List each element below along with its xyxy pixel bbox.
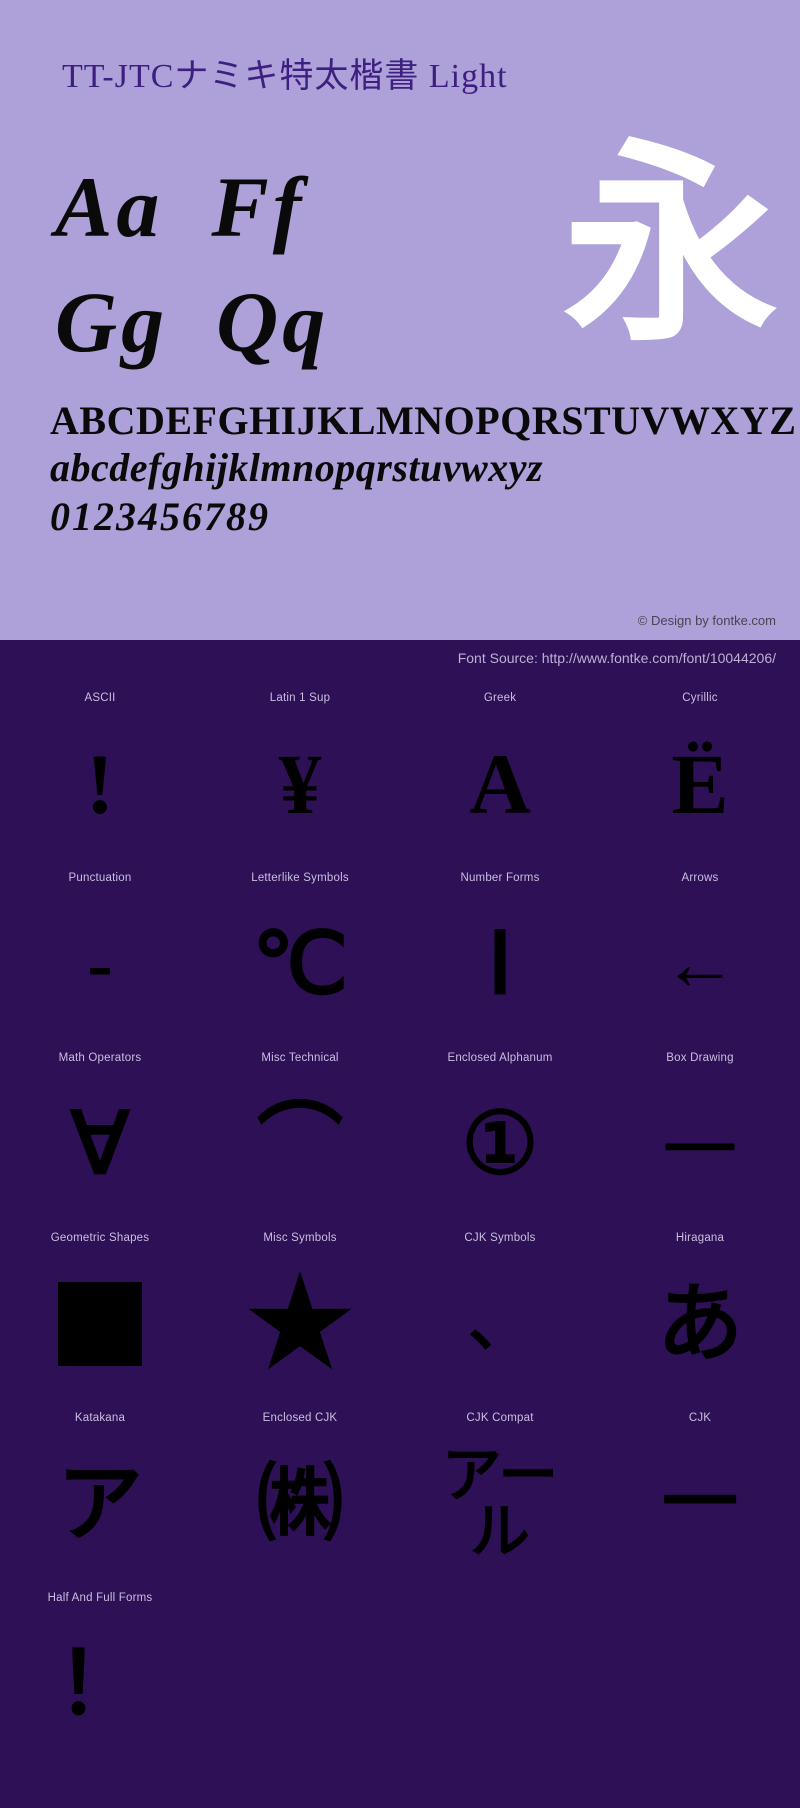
- glyph-cell-sample: 、: [468, 1288, 532, 1359]
- glyph-cell-sample: !: [85, 736, 115, 832]
- sample-row-2: Gg Qq: [55, 265, 475, 380]
- glyph-cell-label: Arrows: [681, 872, 719, 884]
- glyph-cell-sample: ¥: [278, 736, 322, 832]
- glyph-cell-sample: Ⅰ: [487, 916, 513, 1012]
- glyph-cell-box-drawing[interactable]: Box Drawing ─: [600, 1040, 800, 1220]
- glyph-grid-row: Katakana ア Enclosed CJK ㈱ CJK Compat アール CJK 一: [0, 1400, 800, 1580]
- glyph-cell-sample: 一: [662, 1462, 738, 1546]
- glyph-stack-line: ル: [470, 1499, 530, 1565]
- glyph-cell-label: Number Forms: [460, 872, 540, 884]
- glyph-cell-empty: [400, 1580, 600, 1780]
- sample-row-1: Aa Ff: [55, 150, 475, 265]
- glyph-cell-sample: あ: [657, 1276, 743, 1372]
- glyph-cell-label: CJK Symbols: [464, 1232, 536, 1244]
- glyph-cell-geometric-shapes[interactable]: Geometric Shapes: [0, 1220, 200, 1400]
- glyph-cell-sample: ㈱: [257, 1456, 343, 1552]
- glyph-cell-math-operators[interactable]: Math Operators ∀: [0, 1040, 200, 1220]
- glyph-cell-label: Greek: [483, 692, 517, 704]
- glyph-cell-sample: [0, 1254, 200, 1394]
- glyph-cell-sample: [400, 1614, 600, 1754]
- sample-letter-pairs: Aa Ff Gg Qq: [55, 150, 475, 380]
- glyph-cell-punctuation[interactable]: Punctuation ‐: [0, 860, 200, 1040]
- glyph-cell-sample: [600, 1614, 800, 1754]
- sample-pair-qq: Qq: [216, 274, 330, 370]
- font-source-bar: Font Source: http://www.fontke.com/font/…: [0, 640, 800, 680]
- glyph-grid-row: ASCII! Latin 1 Sup ¥ Greek Α Cyrillic Ё: [0, 680, 800, 860]
- design-credit: © Design by fontke.com: [637, 613, 776, 628]
- glyph-cell-sample: ★: [246, 1257, 354, 1390]
- glyph-cell-sample: ！: [57, 1636, 143, 1732]
- glyph-cell-cjk-compat[interactable]: CJK Compat アール: [400, 1400, 600, 1580]
- glyph-cell-sample: ‐: [87, 922, 113, 1006]
- glyph-grid-row: Geometric Shapes Misc Symbols ★ CJK Symbols…: [0, 1220, 800, 1400]
- glyph-cell-cyrillic[interactable]: Cyrillic Ё: [600, 680, 800, 860]
- unicode-coverage-grid: ASCII! Latin 1 Sup ¥ Greek Α Cyrillic Ё Punctua…: [0, 680, 800, 1780]
- font-preview-panel: TT-JTCナミキ特太楷書 Light Aa Ff Gg Qq 永 ABCDEFGH…: [0, 0, 800, 640]
- glyph-cell-label: Half And Full Forms: [47, 1592, 153, 1604]
- glyph-cell-sample: ℃: [251, 916, 349, 1012]
- sample-pair-ff: Ff: [211, 159, 306, 255]
- font-source-link[interactable]: Font Source: http://www.fontke.com/font/…: [458, 650, 776, 666]
- glyph-cell-half-and-full-forms[interactable]: Half And Full Forms ！: [0, 1580, 200, 1780]
- sample-pair-gg: Gg: [55, 274, 169, 370]
- glyph-cell-label: Misc Technical: [261, 1052, 339, 1064]
- showcase-glyph: 永: [563, 128, 778, 367]
- glyph-cell-sample: ⌒: [257, 1096, 343, 1192]
- glyph-cell-sample: ア: [57, 1456, 143, 1552]
- uppercase-alphabet: ABCDEFGHIJKLMNOPQRSTUVWXYZ: [50, 398, 797, 443]
- glyph-cell-label: Misc Symbols: [263, 1232, 337, 1244]
- glyph-cell-empty: [600, 1580, 800, 1780]
- glyph-cell-enclosed-cjk[interactable]: Enclosed CJK ㈱: [200, 1400, 400, 1580]
- glyph-cell-sample: ①: [461, 1096, 539, 1192]
- glyph-cell-label: Enclosed Alphanum: [447, 1052, 553, 1064]
- glyph-cell-sample: ←: [662, 922, 738, 1006]
- glyph-cell-label: ASCII: [84, 692, 116, 704]
- glyph-grid-row: Half And Full Forms ！: [0, 1580, 800, 1780]
- glyph-cell-sample: アール: [400, 1434, 600, 1574]
- glyph-cell-label: Math Operators: [58, 1052, 142, 1064]
- glyph-cell-label: Enclosed CJK: [262, 1412, 338, 1424]
- glyph-cell-sample: ─: [665, 1090, 734, 1197]
- glyph-cell-arrows[interactable]: Arrows ←: [600, 860, 800, 1040]
- glyph-cell-hiragana[interactable]: Hiragana あ: [600, 1220, 800, 1400]
- numerals: 0123456789: [50, 494, 270, 539]
- glyph-cell-sample: Ё: [671, 736, 729, 832]
- glyph-cell-ascii[interactable]: ASCII!: [0, 680, 200, 860]
- glyph-cell-empty: [200, 1580, 400, 1780]
- glyph-cell-label: CJK Compat: [466, 1412, 534, 1424]
- glyph-grid-row: Punctuation ‐ Letterlike Symbols ℃ Number Fo…: [0, 860, 800, 1040]
- page-title: TT-JTCナミキ特太楷書 Light: [62, 58, 508, 95]
- glyph-cell-label: Hiragana: [675, 1232, 725, 1244]
- lowercase-alphabet: abcdefghijklmnopqrstuvwxyz: [50, 445, 544, 490]
- glyph-cell-label: Geometric Shapes: [50, 1232, 150, 1244]
- glyph-stack-line: アー: [441, 1443, 559, 1509]
- alphabet-block: ABCDEFGHIJKLMNOPQRSTUVWXYZ abcdefghijklm…: [50, 398, 796, 542]
- glyph-cell-label: Latin 1 Sup: [269, 692, 331, 704]
- glyph-cell-label: Punctuation: [68, 872, 132, 884]
- glyph-cell-enclosed-alphanum[interactable]: Enclosed Alphanum ①: [400, 1040, 600, 1220]
- sample-pair-aa: Aa: [55, 159, 164, 255]
- glyph-cell-label: Box Drawing: [666, 1052, 734, 1064]
- glyph-cell-sample: Α: [468, 736, 532, 832]
- glyph-cell-latin-1-sup[interactable]: Latin 1 Sup ¥: [200, 680, 400, 860]
- glyph-cell-cjk[interactable]: CJK 一: [600, 1400, 800, 1580]
- glyph-cell-label: Cyrillic: [682, 692, 718, 704]
- glyph-cell-sample: ∀: [70, 1096, 130, 1192]
- glyph-cell-cjk-symbols[interactable]: CJK Symbols 、: [400, 1220, 600, 1400]
- glyph-cell-label: CJK: [688, 1412, 712, 1424]
- glyph-cell-katakana[interactable]: Katakana ア: [0, 1400, 200, 1580]
- glyph-cell-number-forms[interactable]: Number Forms Ⅰ: [400, 860, 600, 1040]
- glyph-cell-label: Katakana: [74, 1412, 126, 1424]
- glyph-cell-misc-symbols[interactable]: Misc Symbols ★: [200, 1220, 400, 1400]
- glyph-cell-greek[interactable]: Greek Α: [400, 680, 600, 860]
- glyph-grid-row: Math Operators ∀ Misc Technical ⌒ Enclosed A…: [0, 1040, 800, 1220]
- glyph-cell-misc-technical[interactable]: Misc Technical ⌒: [200, 1040, 400, 1220]
- glyph-cell-label: Letterlike Symbols: [251, 872, 349, 884]
- glyph-cell-letterlike-symbols[interactable]: Letterlike Symbols ℃: [200, 860, 400, 1040]
- glyph-cell-sample: [200, 1614, 400, 1754]
- font-specimen-page: TT-JTCナミキ特太楷書 Light Aa Ff Gg Qq 永 ABCDEFGH…: [0, 0, 800, 1808]
